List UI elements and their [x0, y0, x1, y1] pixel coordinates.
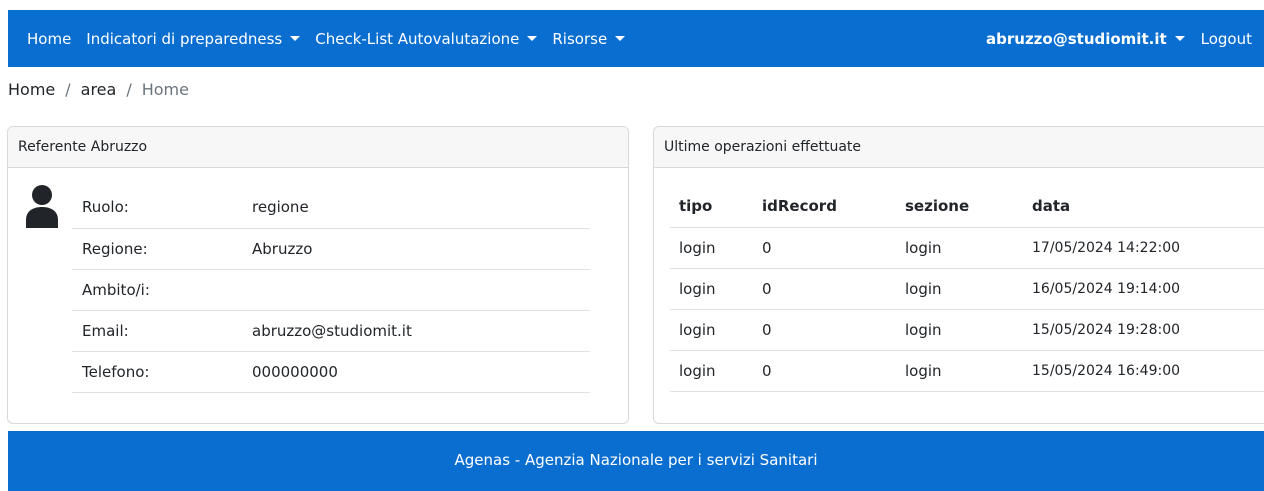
operations-card: Ultime operazioni effettuate tipo idReco…	[653, 126, 1264, 424]
nav-indicatori-dropdown[interactable]: Indicatori di preparedness	[86, 29, 301, 48]
page-footer: Agenas - Agenzia Nazionale per i servizi…	[8, 431, 1264, 491]
chevron-down-icon	[527, 36, 538, 41]
operations-card-title: Ultime operazioni effettuate	[654, 127, 1264, 168]
ambito-value	[242, 269, 590, 310]
cell-idrecord: 0	[762, 279, 772, 298]
cell-idrecord: 0	[762, 238, 772, 257]
chevron-down-icon	[1174, 36, 1185, 41]
cell-sezione: login	[905, 320, 942, 339]
user-avatar-icon	[26, 185, 58, 228]
cell-idrecord: 0	[762, 361, 772, 380]
table-header-row: tipo idRecord sezione data	[670, 186, 1264, 227]
table-row: login 0 login 15/05/2024 19:28:00	[670, 309, 1264, 350]
top-spacer	[0, 0, 1264, 10]
cell-data: 17/05/2024 14:22:00	[1032, 239, 1181, 256]
chevron-down-icon	[615, 36, 626, 41]
nav-checklist-dropdown[interactable]: Check-List Autovalutazione	[315, 29, 538, 48]
cell-sezione: login	[905, 238, 942, 257]
table-row: Telefono: 000000000	[72, 351, 590, 392]
email-label: Email:	[82, 321, 129, 340]
breadcrumb-area[interactable]: area	[81, 80, 117, 99]
cell-tipo: login	[679, 361, 716, 380]
cell-sezione: login	[905, 279, 942, 298]
breadcrumb: Home / area / Home	[8, 80, 189, 99]
column-header-tipo: tipo	[679, 197, 713, 216]
cell-data: 16/05/2024 19:14:00	[1032, 280, 1181, 297]
main-navbar: Home Indicatori di preparedness Check-Li…	[8, 10, 1264, 67]
cell-tipo: login	[679, 320, 716, 339]
ruolo-value: regione	[252, 198, 309, 217]
nav-home-label: Home	[27, 29, 72, 48]
cell-data: 15/05/2024 19:28:00	[1032, 321, 1181, 338]
user-menu-dropdown[interactable]: abruzzo@studiomit.it	[986, 30, 1185, 48]
table-row: Regione: Abruzzo	[72, 228, 590, 269]
table-row: Ambito/i:	[72, 269, 590, 310]
regione-value: Abruzzo	[252, 239, 313, 258]
nav-indicatori-label: Indicatori di preparedness	[86, 29, 283, 48]
column-header-idrecord: idRecord	[762, 197, 837, 216]
nav-home[interactable]: Home	[27, 30, 71, 48]
nav-user-area: abruzzo@studiomit.it Logout	[986, 30, 1264, 48]
nav-risorse-dropdown[interactable]: Risorse	[552, 29, 626, 48]
cell-sezione: login	[905, 361, 942, 380]
profile-card-title: Referente Abruzzo	[8, 127, 628, 168]
email-value: abruzzo@studiomit.it	[252, 321, 412, 340]
table-row: login 0 login 15/05/2024 16:49:00	[670, 350, 1264, 391]
profile-info-table: Ruolo: regione Regione: Abruzzo Ambito/i…	[72, 187, 590, 393]
nav-menu: Home Indicatori di preparedness Check-Li…	[8, 30, 640, 48]
table-row: login 0 login 16/05/2024 19:14:00	[670, 268, 1264, 309]
ruolo-label: Ruolo:	[82, 198, 129, 217]
regione-label: Regione:	[82, 239, 148, 258]
footer-text: Agenas - Agenzia Nazionale per i servizi…	[454, 451, 818, 469]
nav-checklist-label: Check-List Autovalutazione	[315, 29, 520, 48]
nav-risorse-label: Risorse	[552, 29, 608, 48]
cell-tipo: login	[679, 279, 716, 298]
cell-tipo: login	[679, 238, 716, 257]
logout-link[interactable]: Logout	[1201, 30, 1252, 48]
ambito-label: Ambito/i:	[82, 280, 150, 299]
breadcrumb-home[interactable]: Home	[8, 80, 55, 99]
chevron-down-icon	[290, 36, 301, 41]
cell-idrecord: 0	[762, 320, 772, 339]
telefono-value: 000000000	[252, 362, 338, 381]
breadcrumb-separator: /	[65, 80, 71, 99]
cell-data: 15/05/2024 16:49:00	[1032, 362, 1181, 379]
user-email: abruzzo@studiomit.it	[986, 29, 1167, 48]
column-header-sezione: sezione	[905, 197, 970, 216]
telefono-label: Telefono:	[82, 362, 150, 381]
profile-card: Referente Abruzzo Ruolo: regione Regione…	[7, 126, 629, 424]
table-row: Email: abruzzo@studiomit.it	[72, 310, 590, 351]
column-header-data: data	[1032, 197, 1071, 216]
table-row: login 0 login 17/05/2024 14:22:00	[670, 227, 1264, 268]
operations-table: tipo idRecord sezione data login 0 login…	[670, 186, 1264, 392]
breadcrumb-separator: /	[126, 80, 132, 99]
breadcrumb-current: Home	[141, 80, 189, 99]
table-row: Ruolo: regione	[72, 187, 590, 228]
